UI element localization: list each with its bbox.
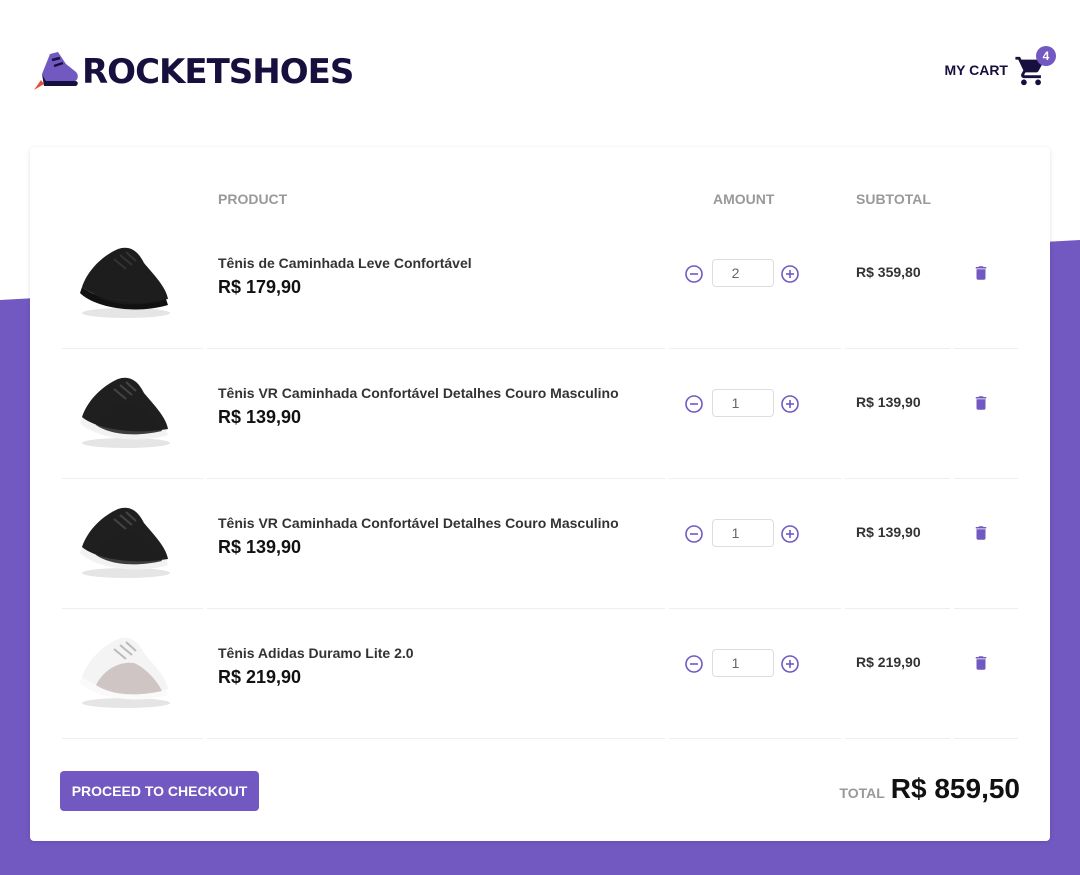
row-divider (954, 738, 1018, 739)
product-image (80, 637, 170, 708)
cart-count-badge: 4 (1036, 46, 1056, 66)
product-price: R$ 139,90 (218, 537, 302, 557)
quantity-input[interactable] (712, 259, 774, 287)
product-image (80, 377, 170, 448)
cart-label: MY CART (944, 62, 1008, 78)
my-cart-link[interactable]: MY CART 4 (944, 46, 1056, 90)
row-divider (845, 738, 950, 739)
total-value: R$ 859,50 (890, 773, 1020, 804)
remove-circle-icon[interactable] (684, 264, 704, 284)
cart-item-row: Tênis de Caminhada Leve Confortável R$ 1… (62, 219, 1018, 349)
cart-icon-container: 4 (1014, 46, 1056, 90)
product-name: Tênis de Caminhada Leve Confortável (218, 255, 472, 271)
remove-circle-icon[interactable] (684, 394, 704, 414)
quantity-input[interactable] (712, 389, 774, 417)
trash-icon[interactable] (972, 263, 990, 283)
remove-circle-icon[interactable] (684, 524, 704, 544)
product-name: Tênis VR Caminhada Confortável Detalhes … (218, 515, 619, 531)
product-image (80, 247, 170, 318)
item-subtotal: R$ 359,80 (856, 264, 921, 280)
item-subtotal: R$ 139,90 (856, 394, 921, 410)
row-divider (62, 738, 203, 739)
product-price: R$ 179,90 (218, 277, 302, 297)
rocket-sneaker-icon (34, 52, 78, 90)
logo[interactable]: ROCKETSHOES (32, 50, 354, 94)
cart-item-row: Tênis VR Caminhada Confortável Detalhes … (62, 479, 1018, 609)
add-circle-icon[interactable] (780, 524, 800, 544)
column-header-product: PRODUCT (218, 191, 288, 207)
cart-card: PRODUCT AMOUNT SUBTOTAL Tênis de Caminha… (30, 147, 1050, 841)
trash-icon[interactable] (972, 523, 990, 543)
product-name: Tênis VR Caminhada Confortável Detalhes … (218, 385, 619, 401)
item-subtotal: R$ 219,90 (856, 654, 921, 670)
cart-item-row: Tênis VR Caminhada Confortável Detalhes … (62, 349, 1018, 479)
product-price: R$ 139,90 (218, 407, 302, 427)
total: TOTAL R$ 859,50 (839, 773, 1020, 805)
quantity-input[interactable] (712, 519, 774, 547)
add-circle-icon[interactable] (780, 654, 800, 674)
product-name: Tênis Adidas Duramo Lite 2.0 (218, 645, 414, 661)
trash-icon[interactable] (972, 653, 990, 673)
header: ROCKETSHOES MY CART 4 (32, 46, 1056, 96)
column-header-subtotal: SUBTOTAL (856, 191, 931, 207)
quantity-input[interactable] (712, 649, 774, 677)
add-circle-icon[interactable] (780, 394, 800, 414)
proceed-to-checkout-button[interactable]: PROCEED TO CHECKOUT (60, 771, 259, 811)
column-header-amount: AMOUNT (713, 191, 775, 207)
product-image (80, 507, 170, 578)
remove-circle-icon[interactable] (684, 654, 704, 674)
add-circle-icon[interactable] (780, 264, 800, 284)
cart-item-row: Tênis Adidas Duramo Lite 2.0 R$ 219,90 R… (62, 609, 1018, 739)
total-label: TOTAL (839, 785, 885, 801)
row-divider (669, 738, 841, 739)
brand-name: ROCKETSHOES (82, 52, 354, 92)
trash-icon[interactable] (972, 393, 990, 413)
item-subtotal: R$ 139,90 (856, 524, 921, 540)
product-price: R$ 219,90 (218, 667, 302, 687)
row-divider (207, 738, 665, 739)
